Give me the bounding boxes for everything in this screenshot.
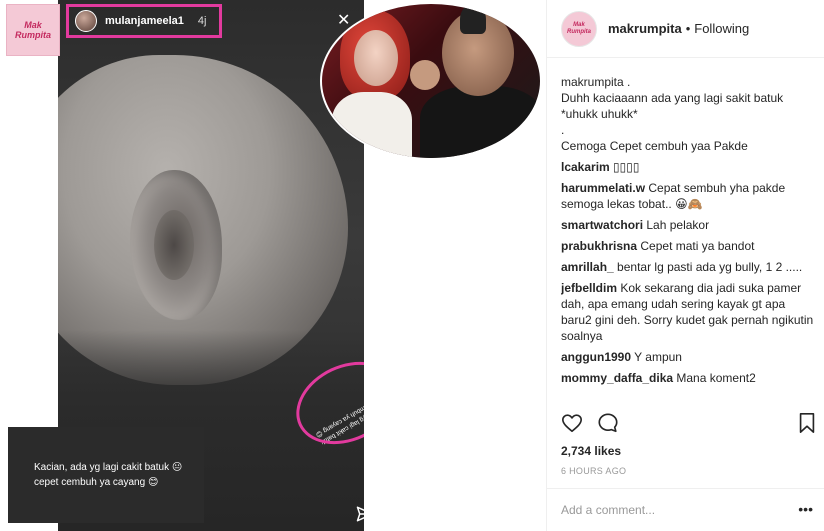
comment-icon[interactable] (597, 412, 619, 434)
avatar[interactable]: Mak Rumpita (561, 10, 597, 47)
bookmark-icon[interactable] (797, 412, 817, 434)
send-icon[interactable] (356, 505, 364, 523)
caption-line: Cemoga Cepet cembuh yaa Pakde (561, 139, 748, 153)
comment-item: lcakarim ▯▯▯▯ (561, 159, 819, 175)
comment-username[interactable]: harummelati.w (561, 181, 645, 195)
story-age: 4j (197, 15, 207, 27)
likes-count[interactable]: 2,734 likes (561, 444, 621, 458)
avatar (75, 10, 97, 32)
comment-input[interactable] (561, 503, 781, 517)
post-sidebar: Mak Rumpita makrumpita • Following makru… (546, 0, 824, 531)
logo-text-bottom: Rumpita (15, 30, 51, 40)
comment-username[interactable]: jefbelldim (561, 281, 617, 295)
comment-text: Mana koment2 (676, 371, 756, 385)
logo-text-top: Mak (24, 20, 42, 30)
post-timestamp: 6 HOURS AGO (561, 466, 627, 476)
comment-item: mommy_daffa_dika Mana koment2 (561, 370, 819, 386)
comment-text: Cepet mati ya bandot (640, 239, 755, 253)
following-button[interactable]: Following (694, 21, 749, 36)
post-caption: makrumpita . Duhh kaciaaann ada yang lag… (561, 74, 819, 154)
caption-line: Duhh kaciaaann ada yang lagi sakit batuk (561, 91, 784, 105)
man-hand (410, 60, 440, 90)
comment-username[interactable]: anggun1990 (561, 350, 631, 364)
comment-username[interactable]: mommy_daffa_dika (561, 371, 673, 385)
couple-photo-inset (320, 2, 542, 160)
story-caption-box: Kacian, ada yg lagi cakit batuk 😐 cepet … (8, 427, 204, 523)
ear-inner (154, 210, 194, 280)
woman-body (332, 92, 412, 158)
comment-username[interactable]: lcakarim (561, 160, 610, 174)
separator-dot: • (685, 21, 691, 36)
man-hair (460, 4, 486, 34)
comment-item: harummelati.w Cepat sembuh yha pakde sem… (561, 180, 819, 212)
post-actions (561, 412, 819, 438)
comments-list[interactable]: makrumpita . Duhh kaciaaann ada yang lag… (561, 74, 819, 404)
comment-text: bentar lg pasti ada yg bully, 1 2 ..... (617, 260, 803, 274)
story-username: mulanjameela1 (105, 15, 184, 27)
comment-item: amrillah_ bentar lg pasti ada yg bully, … (561, 259, 819, 275)
avatar-text-bottom: Rumpita (567, 28, 591, 35)
caption-line: makrumpita . (561, 75, 631, 89)
comment-item: smartwatchori Lah pelakor (561, 217, 819, 233)
post-header: Mak Rumpita makrumpita • Following (547, 0, 824, 58)
woman-face (354, 30, 398, 86)
comment-username[interactable]: smartwatchori (561, 218, 643, 232)
comment-item: prabukhrisna Cepet mati ya bandot (561, 238, 819, 254)
mak-rumpita-logo: Mak Rumpita (6, 4, 60, 56)
comment-item: anggun1990 Y ampun (561, 349, 819, 365)
comment-username[interactable]: amrillah_ (561, 260, 614, 274)
comment-text: ▯▯▯▯ (613, 160, 640, 174)
man-body (420, 86, 540, 158)
comment-item: jefbelldim Kok sekarang dia jadi suka pa… (561, 280, 819, 344)
add-comment-bar: ••• (547, 488, 824, 531)
comment-text: Y ampun (634, 350, 682, 364)
post-username[interactable]: makrumpita (608, 21, 682, 36)
caption-line: . (561, 123, 565, 137)
comment-username[interactable]: prabukhrisna (561, 239, 637, 253)
comment-text: Lah pelakor (646, 218, 710, 232)
more-options-icon[interactable]: ••• (798, 501, 813, 517)
post-media: Kacian, ada yg lagi cakit batuk 😐 cepet … (0, 0, 546, 531)
heart-icon[interactable] (561, 412, 583, 434)
avatar-text-top: Mak (573, 21, 585, 28)
caption-line: *uhukk uhukk* (561, 107, 638, 121)
story-caption: Kacian, ada yg lagi cakit batuk 😐 cepet … (34, 462, 183, 488)
story-user-header: mulanjameela1 4j (66, 4, 222, 38)
